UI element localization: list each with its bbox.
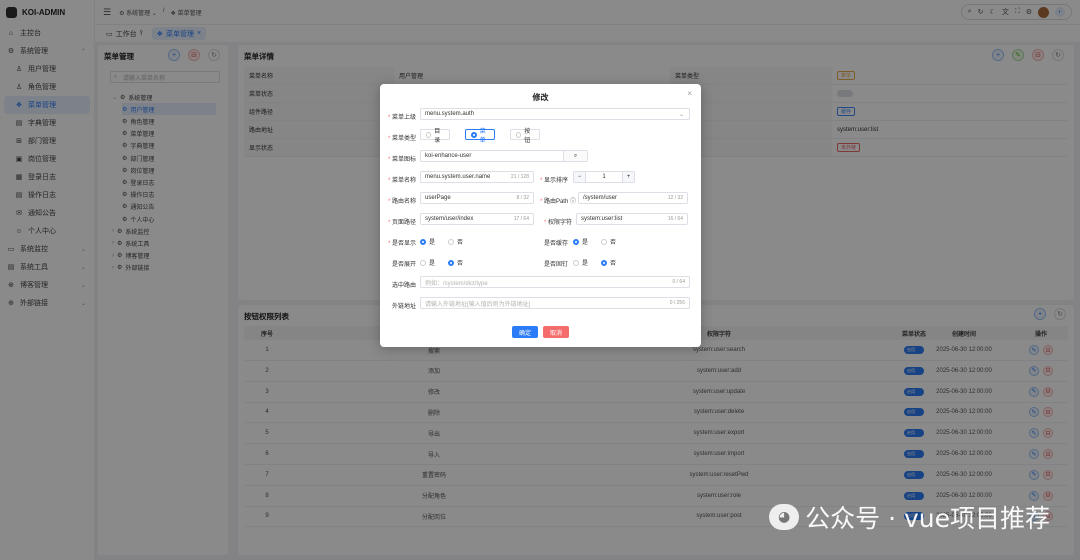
active-route-input[interactable]: 例如：/system/dict/type 0 / 64	[420, 276, 690, 288]
route-name-label: * 路由名称	[387, 199, 416, 205]
route-path-value: /system/user	[583, 195, 618, 201]
active-route-label: 选中路由	[391, 283, 416, 289]
route-name-value: userPage	[425, 195, 451, 201]
option-label: 菜单	[479, 128, 486, 144]
expand-label: 是否展开	[391, 262, 416, 268]
option-label: 否	[610, 261, 617, 267]
option-label: 按钮	[524, 128, 531, 144]
cancel-button[interactable]: 取消	[543, 326, 569, 338]
external-link-input[interactable]: 请输入外链地址[输入值后则为外链地址] 0 / 256	[420, 297, 690, 309]
route-path-label: * 路由Path ⓘ	[539, 199, 576, 205]
type-option-directory[interactable]: 目录	[420, 129, 450, 144]
expand-no-radio[interactable]: 否	[448, 258, 463, 267]
external-link-label: 外链地址	[391, 304, 416, 310]
char-count: 17 / 64	[513, 216, 529, 222]
sort-label: * 显示排序	[539, 178, 568, 184]
option-label: 是	[429, 261, 436, 267]
cache-yes-radio[interactable]: 是	[573, 237, 588, 246]
menu-name-input[interactable]: menu.system.user.name 21 / 128	[420, 171, 534, 183]
menu-icon-label: * 菜单图标	[387, 157, 416, 163]
parent-menu-label: * 菜单上级	[387, 115, 416, 121]
char-count: 16 / 64	[667, 216, 683, 222]
component-path-label: * 页面路径	[387, 220, 416, 226]
watermark-text: 公众号 · vue项目推荐	[805, 504, 1050, 533]
option-label: 是	[582, 240, 589, 246]
component-path-value: system/user/index	[425, 216, 474, 222]
chevron-down-icon: ⌄	[678, 111, 684, 118]
input-placeholder: 请输入外链地址[输入值后则为外链地址]	[425, 301, 531, 308]
confirm-button[interactable]: 确定	[512, 326, 538, 338]
cache-label: 是否缓存	[543, 241, 568, 247]
char-count: 0 / 64	[672, 279, 685, 285]
menu-type-label: * 菜单类型	[387, 136, 416, 142]
dialog-title: 修改	[532, 93, 549, 102]
option-label: 否	[457, 261, 464, 267]
parent-menu-select[interactable]: menu.system.auth ⌄	[420, 108, 690, 120]
menu-name-value: menu.system.user.name	[425, 174, 491, 180]
show-label: * 是否显示	[387, 241, 416, 247]
show-yes-radio[interactable]: 是	[420, 237, 435, 246]
permission-input[interactable]: system:user:list 16 / 64	[576, 213, 688, 225]
option-label: 是	[429, 240, 436, 246]
menu-name-label: * 菜单名称	[387, 178, 416, 184]
option-label: 是	[582, 261, 589, 267]
edit-menu-dialog: 修改 × * 菜单上级 menu.system.auth ⌄ * 菜单类型 目录…	[380, 84, 701, 347]
char-count: 0 / 256	[669, 300, 685, 306]
increment-button[interactable]: +	[622, 172, 634, 182]
option-label: 目录	[434, 128, 441, 144]
menu-icon-input[interactable]: koi-enhance-user ⌕	[420, 150, 588, 162]
permission-value: system:user:list	[581, 216, 623, 222]
wechat-icon: ◕	[769, 504, 800, 530]
sort-value: 1	[602, 174, 606, 180]
option-label: 否	[610, 240, 617, 246]
menu-icon-value: koi-enhance-user	[425, 153, 472, 159]
affix-label: 是否固钉	[543, 262, 568, 268]
char-count: 12 / 32	[667, 195, 683, 201]
char-count: 21 / 128	[510, 174, 529, 180]
permission-label: * 权限字符	[543, 220, 572, 226]
affix-yes-radio[interactable]: 是	[573, 258, 588, 267]
decrement-button[interactable]: −	[574, 172, 586, 182]
type-option-button[interactable]: 按钮	[510, 129, 540, 144]
affix-no-radio[interactable]: 否	[601, 258, 616, 267]
route-path-input[interactable]: /system/user 12 / 32	[578, 192, 688, 204]
sort-stepper[interactable]: − 1 +	[573, 171, 635, 183]
show-no-radio[interactable]: 否	[448, 237, 463, 246]
search-icon[interactable]: ⌕	[563, 151, 587, 161]
input-placeholder: 例如：/system/dict/type	[425, 280, 488, 287]
type-option-menu[interactable]: 菜单	[465, 129, 495, 144]
option-label: 否	[457, 240, 464, 246]
close-icon[interactable]: ×	[687, 89, 692, 98]
watermark: ◕ 公众号 · vue项目推荐	[769, 499, 1050, 535]
cache-no-radio[interactable]: 否	[601, 237, 616, 246]
parent-menu-value: menu.system.auth	[425, 111, 475, 117]
component-path-input[interactable]: system/user/index 17 / 64	[420, 213, 534, 225]
expand-yes-radio[interactable]: 是	[420, 258, 435, 267]
char-count: 8 / 32	[516, 195, 529, 201]
route-name-input[interactable]: userPage 8 / 32	[420, 192, 534, 204]
help-icon[interactable]: ⓘ	[570, 199, 576, 205]
